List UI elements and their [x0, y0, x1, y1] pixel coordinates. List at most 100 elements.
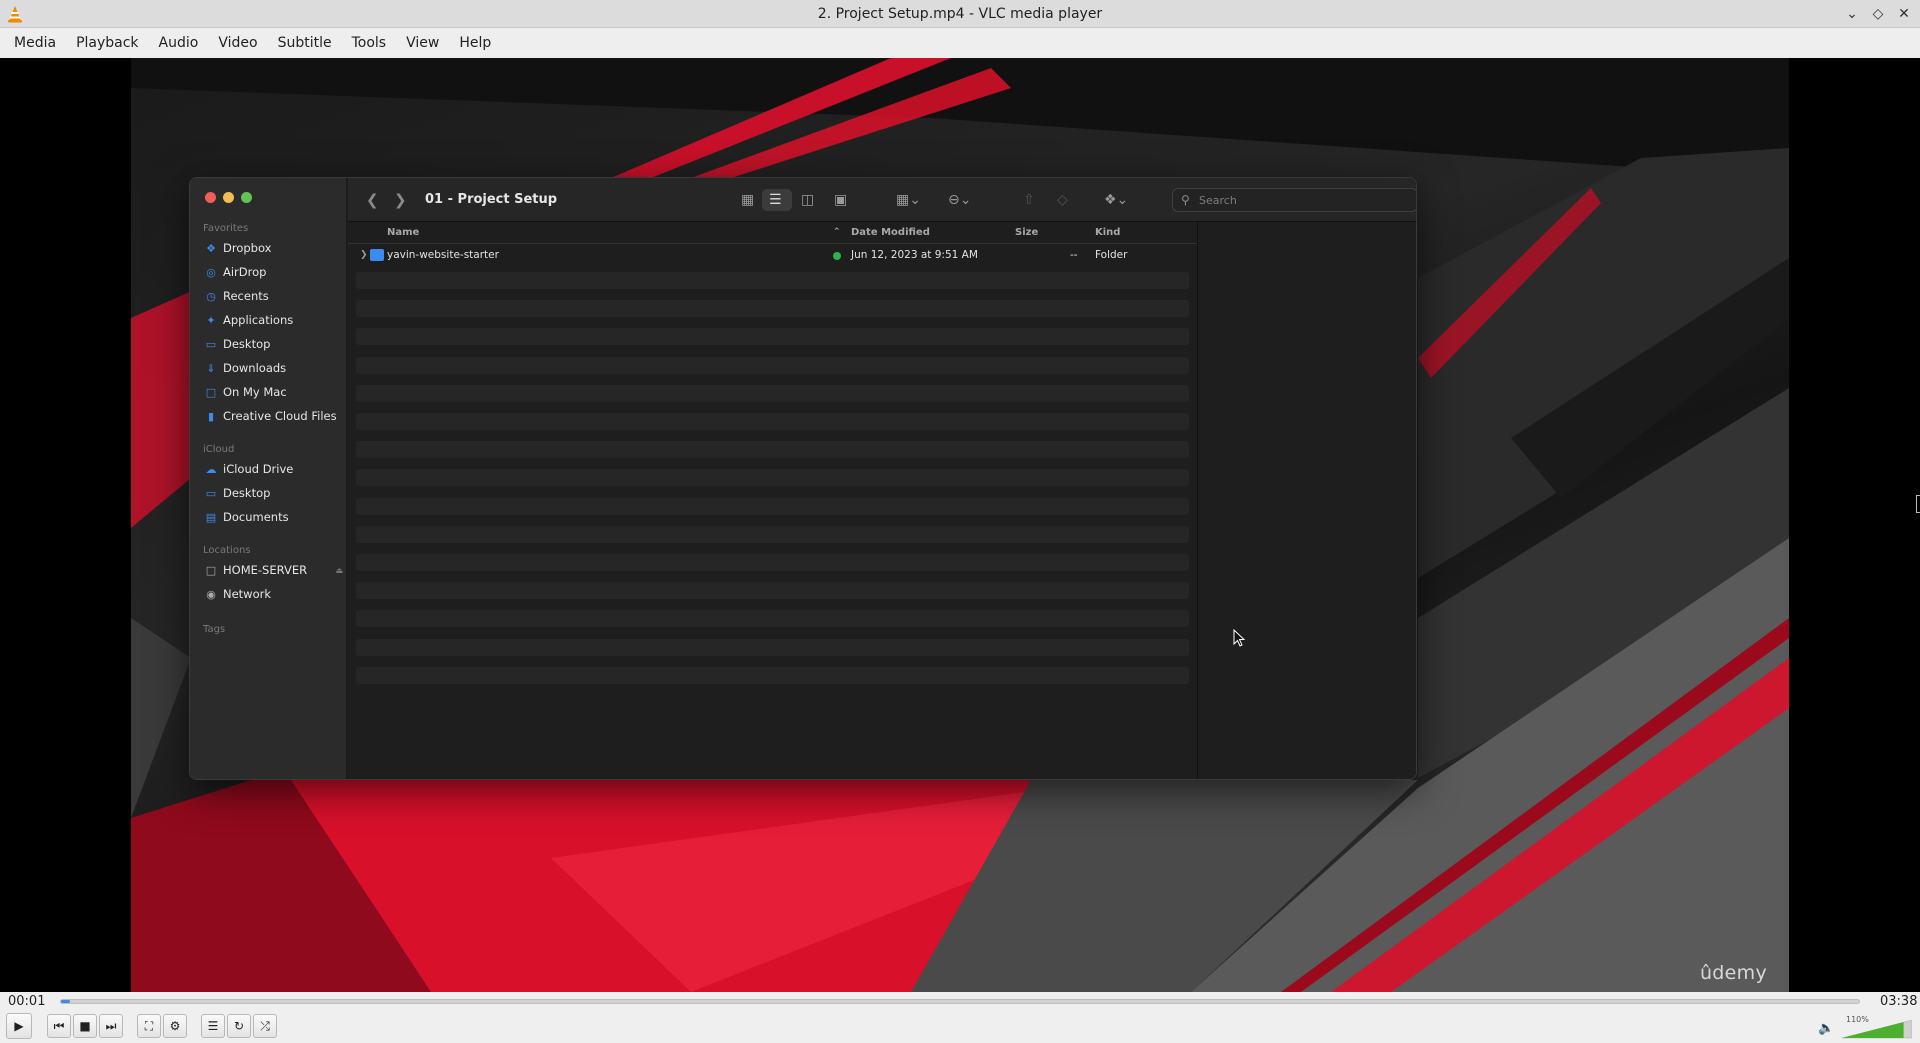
volume-percent: 110% — [1846, 1015, 1869, 1024]
stop-button[interactable]: ■ — [73, 1014, 97, 1038]
menu-help[interactable]: Help — [449, 35, 501, 51]
sidebar-item-creative-cloud[interactable]: ▮ Creative Cloud Files — [205, 406, 343, 426]
dropbox-menu-icon[interactable]: ❖⌄ — [1104, 192, 1128, 208]
column-date-modified[interactable]: Date Modified — [851, 227, 930, 238]
sort-chevron-icon[interactable]: ⌃ — [833, 227, 841, 237]
speaker-icon[interactable]: 🔈 — [1818, 1021, 1834, 1036]
minimize-icon[interactable]: ⌄ — [1842, 4, 1862, 24]
sidebar-item-desktop[interactable]: ▭ Desktop — [205, 334, 343, 354]
stop-icon: ■ — [79, 1019, 91, 1033]
minimize-dot-icon[interactable] — [223, 192, 234, 203]
disclosure-chevron-icon[interactable]: ❯ — [360, 250, 368, 260]
back-icon[interactable]: ❮ — [366, 191, 379, 209]
zoom-dot-icon[interactable] — [241, 192, 252, 203]
menu-subtitle[interactable]: Subtitle — [268, 35, 342, 51]
section-locations: Locations — [203, 545, 251, 556]
playback-controls: ▶ ⏮ ■ ⏭ ⛶ ⚙ ☰ ↻ ⤮ 🔈 110% — [0, 1010, 1920, 1043]
sidebar-item-downloads[interactable]: ⇓ Downloads — [205, 358, 343, 378]
menu-bar: Media Playback Audio Video Subtitle Tool… — [0, 28, 1920, 58]
action-menu-icon[interactable]: ⊖⌄ — [948, 192, 971, 208]
close-dot-icon[interactable] — [205, 192, 216, 203]
dropbox-icon: ❖ — [206, 241, 216, 255]
seek-slider[interactable] — [60, 999, 1860, 1004]
document-icon: ▤ — [205, 510, 217, 524]
sidebar-item-icloud-desktop[interactable]: ▭ Desktop — [205, 483, 343, 503]
sidebar-item-documents[interactable]: ▤ Documents — [205, 507, 343, 527]
group-by-icon[interactable]: ▦⌄ — [896, 192, 921, 208]
column-view-icon[interactable]: ◫ — [801, 192, 814, 208]
document-icon: ▮ — [207, 409, 215, 423]
column-kind[interactable]: Kind — [1095, 227, 1120, 238]
file-size: -- — [1070, 249, 1078, 261]
loop-button[interactable]: ↻ — [227, 1014, 251, 1038]
column-name[interactable]: Name — [387, 227, 419, 238]
column-size[interactable]: Size — [1015, 227, 1038, 238]
desktop-icon: ▭ — [205, 486, 217, 500]
previous-icon: ⏮ — [53, 1018, 65, 1033]
table-row[interactable]: ❯ yavin-website-starter Jun 12, 2023 at … — [348, 246, 1197, 266]
folder-icon — [370, 249, 384, 261]
previous-button[interactable]: ⏮ — [47, 1014, 71, 1038]
eject-icon[interactable]: ⏏ — [335, 566, 343, 575]
menu-playback[interactable]: Playback — [66, 35, 148, 51]
empty-row-stripe — [356, 497, 1189, 515]
gallery-view-icon[interactable]: ▣ — [834, 192, 847, 208]
download-icon: ⇓ — [206, 361, 216, 375]
forward-icon[interactable]: ❯ — [394, 191, 407, 209]
sidebar-item-recents[interactable]: ◷ Recents — [205, 286, 343, 306]
next-button[interactable]: ⏭ — [99, 1014, 123, 1038]
desktop-icon: ▭ — [205, 337, 217, 351]
icon-view-icon[interactable]: ▦ — [741, 192, 754, 208]
fullscreen-button[interactable]: ⛶ — [137, 1014, 161, 1038]
airdrop-icon: ◎ — [206, 265, 216, 279]
search-input[interactable]: ⚲ Search — [1172, 188, 1416, 212]
globe-icon: ◉ — [206, 587, 216, 601]
sidebar-item-icloud-drive[interactable]: ☁ iCloud Drive — [205, 459, 343, 479]
list-view-icon[interactable]: ☰ — [769, 192, 782, 208]
menu-tools[interactable]: Tools — [342, 35, 397, 51]
finder-toolbar: ❮ ❯ 01 - Project Setup ▦ ☰ ◫ ▣ ▦⌄ ⊖⌄ ⇧ ◇… — [348, 178, 1416, 222]
udemy-watermark: ûdemy — [1699, 962, 1767, 984]
empty-row-stripe — [356, 328, 1189, 346]
extended-settings-button[interactable]: ⚙ — [163, 1014, 187, 1038]
empty-row-stripe — [356, 469, 1189, 487]
sidebar-item-dropbox[interactable]: ❖ Dropbox — [205, 238, 343, 258]
mouse-cursor-icon — [1233, 629, 1246, 647]
play-button[interactable]: ▶ — [6, 1013, 32, 1039]
menu-audio[interactable]: Audio — [149, 35, 209, 51]
fullscreen-icon: ⛶ — [144, 1018, 154, 1033]
sidebar-item-airdrop[interactable]: ◎ AirDrop — [205, 262, 343, 282]
empty-row-stripe — [356, 356, 1189, 374]
menu-view[interactable]: View — [396, 35, 449, 51]
empty-row-stripe — [356, 554, 1189, 571]
sidebar-item-home-server[interactable]: □ HOME-SERVER ⏏ — [205, 560, 343, 580]
seek-bar: 00:01 03:38 — [0, 992, 1920, 1010]
finder-window: Favorites ❖ Dropbox ◎ AirDrop ◷ Recents ✦ Ap… — [189, 177, 1417, 780]
title-bar: 2. Project Setup.mp4 - VLC media player … — [0, 0, 1920, 28]
window-title: 2. Project Setup.mp4 - VLC media player — [817, 6, 1103, 22]
empty-row-stripe — [356, 582, 1189, 600]
clock-icon: ◷ — [206, 289, 216, 303]
close-icon[interactable]: ✕ — [1894, 4, 1914, 24]
maximize-icon[interactable]: ◇ — [1868, 4, 1888, 24]
playlist-button[interactable]: ☰ — [201, 1014, 225, 1038]
shuffle-button[interactable]: ⤮ — [253, 1014, 277, 1038]
sidebar-item-applications[interactable]: ✦ Applications — [205, 310, 343, 330]
side-panel-handle[interactable] — [1916, 495, 1920, 513]
elapsed-time: 00:01 — [8, 994, 46, 1009]
folder-title: 01 - Project Setup — [425, 192, 558, 207]
sidebar-item-network[interactable]: ◉ Network — [205, 584, 343, 604]
empty-row-stripe — [356, 441, 1189, 459]
volume-slider[interactable]: 110% — [1841, 1015, 1913, 1039]
video-area[interactable]: Favorites ❖ Dropbox ◎ AirDrop ◷ Recents ✦ Ap… — [0, 58, 1920, 992]
empty-row-stripe — [356, 413, 1189, 430]
section-tags: Tags — [203, 624, 226, 635]
folder-icon: □ — [205, 385, 217, 399]
playlist-icon: ☰ — [207, 1019, 219, 1033]
menu-video[interactable]: Video — [208, 35, 267, 51]
shuffle-icon: ⤮ — [260, 1018, 270, 1033]
sidebar-item-on-my-mac[interactable]: □ On My Mac — [205, 382, 343, 402]
file-list: Name ⌃ Date Modified Size Kind ❯ yavin-w… — [348, 222, 1198, 779]
menu-media[interactable]: Media — [4, 35, 66, 51]
section-favorites: Favorites — [203, 223, 249, 234]
